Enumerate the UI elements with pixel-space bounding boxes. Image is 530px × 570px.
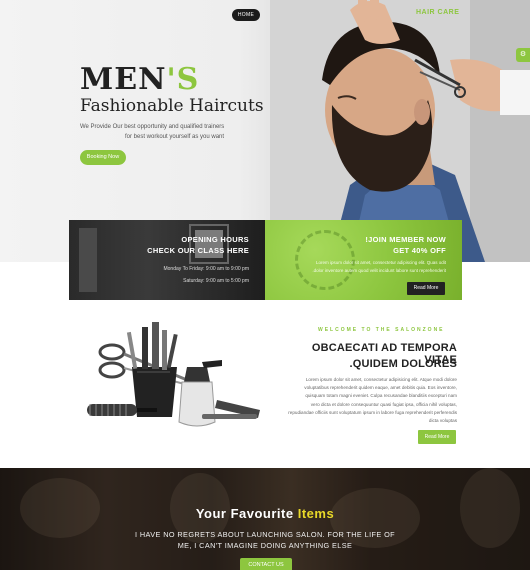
favourites-quote-line1: I HAVE NO REGRETS ABOUT LAUNCHING SALON.… <box>135 530 395 539</box>
opening-hours-weekday: Monday To Friday: 9:00 am to 9:00 pm <box>163 266 249 272</box>
brand-logo[interactable]: HAIR CARE <box>416 9 459 16</box>
welcome-read-more-button[interactable]: Read More <box>418 430 456 444</box>
favourites-title: Your Favourite Items <box>195 506 335 521</box>
join-member-panel: !JOIN MEMBER NOW GET 40% OFF Lorem ipsum… <box>265 220 462 300</box>
hero-title: MEN'S <box>80 62 200 97</box>
welcome-body-text: Lorem ipsum dolor sit amet, consectetur … <box>272 376 457 425</box>
member-read-more-button[interactable]: Read More <box>407 282 445 295</box>
nav-home-button[interactable]: HOME <box>232 9 260 21</box>
favourites-quote-line2: ME, I CAN'T IMAGINE DOING ANYTHING ELSE <box>177 541 353 550</box>
welcome-heading-line2: .QUIDEM DOLORES <box>349 358 457 370</box>
welcome-tag: WELCOME TO THE SALONZONE <box>318 327 445 333</box>
hero-description: We Provide Our best opportunity and qual… <box>80 124 225 140</box>
booking-now-button[interactable]: Booking Now <box>80 150 126 165</box>
join-member-heading: !JOIN MEMBER NOW <box>365 235 446 244</box>
member-text-line: Lorem ipsum dolor sit amet, consectetur … <box>315 260 446 265</box>
contact-us-button[interactable]: CONTACT US <box>240 558 292 570</box>
barber-tools-image <box>87 322 260 427</box>
member-text-line: .dolor inventore autem quod velit incidu… <box>312 268 446 273</box>
background-door <box>79 228 97 292</box>
settings-icon[interactable]: ⚙ <box>516 48 530 62</box>
opening-hours-heading: OPENING HOURS <box>181 235 249 244</box>
check-class-heading: CHECK OUR CLASS HERE <box>147 246 249 255</box>
opening-hours-saturday: Saturday: 9:00 am to 5:00 pm <box>183 278 249 284</box>
discount-heading: GET 40% OFF <box>393 246 446 255</box>
body-line: Lorem ipsum dolor sit amet, consectetur … <box>305 377 457 382</box>
hero-subtitle: Fashionable Haircuts <box>80 96 264 116</box>
body-line: dicta voluptas <box>428 418 457 424</box>
body-line: vero dicta et dolore consequuntur quasi … <box>310 401 457 407</box>
body-line: voluptatibus reprehenderit quidem eaque,… <box>304 385 457 391</box>
body-line: repudiandae officiis sunt voluptatum ips… <box>288 409 457 415</box>
opening-hours-panel: OPENING HOURS CHECK OUR CLASS HERE Monda… <box>69 220 265 300</box>
body-line: quisquam totam magni eveniet. Culpa recu… <box>305 393 457 399</box>
